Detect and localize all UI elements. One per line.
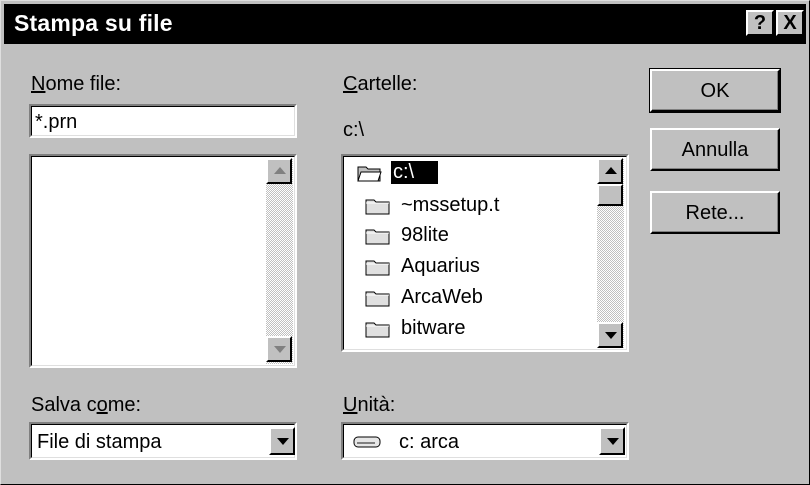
open-folder-icon [357, 166, 382, 182]
folder-item[interactable]: 98lite [365, 221, 595, 251]
dialog-title: Stampa su file [14, 10, 173, 36]
folder-list-scroll-up[interactable] [597, 158, 623, 184]
save-as-select[interactable]: File di stampa [29, 422, 297, 460]
save-as-value: File di stampa [37, 431, 162, 453]
filename-input[interactable]: *.prn [29, 104, 297, 138]
save-as-dropdown-button[interactable] [269, 427, 295, 455]
print-to-file-dialog: Stampa su file ? X Nome file: *.prn Cart… [0, 0, 810, 485]
folder-icon [365, 291, 390, 307]
folder-icon [365, 229, 390, 245]
folder-name: 98lite [401, 224, 449, 246]
scroll-up-icon [274, 167, 286, 174]
chevron-down-icon [277, 438, 289, 445]
filename-label: Nome file: [31, 73, 122, 95]
file-list-scrollbar[interactable] [266, 158, 293, 364]
folder-item[interactable]: Aquarius [365, 252, 595, 282]
folder-name: c:\ [391, 161, 439, 184]
filename-value: *.prn [35, 111, 78, 133]
folders-label: Cartelle: [343, 73, 418, 95]
drive-icon [353, 436, 381, 448]
title-bar[interactable]: Stampa su file ? X [4, 4, 806, 44]
ok-label: OK [700, 80, 730, 102]
folder-name: ~mssetup.t [401, 194, 500, 216]
file-list-scroll-down[interactable] [266, 336, 292, 362]
folder-item[interactable]: ~mssetup.t [365, 191, 595, 221]
folder-item[interactable]: bitware [365, 314, 595, 344]
drive-select[interactable]: c: arca [341, 422, 629, 460]
ok-button[interactable]: OK [649, 68, 781, 113]
file-list-scroll-up[interactable] [266, 158, 292, 184]
chevron-down-icon [607, 438, 619, 445]
folder-item-root[interactable]: c:\ [357, 158, 587, 188]
folder-name: Aquarius [401, 255, 480, 277]
current-path: c:\ [343, 119, 365, 141]
file-list[interactable] [29, 154, 297, 368]
scroll-down-icon [274, 346, 286, 353]
folder-name: ArcaWeb [401, 286, 483, 308]
network-label: Rete... [685, 202, 745, 224]
close-button[interactable]: X [776, 10, 804, 36]
folder-list-scrollbar[interactable] [597, 158, 624, 348]
network-button[interactable]: Rete... [650, 191, 780, 234]
folder-item[interactable]: ArcaWeb [365, 283, 595, 313]
drive-label: Unità: [343, 394, 396, 416]
folder-icon [365, 260, 390, 276]
drive-value: c: arca [399, 431, 460, 453]
folder-name: bitware [401, 317, 466, 339]
scroll-down-icon [605, 332, 617, 339]
save-as-label: Salva come: [31, 394, 142, 416]
folder-list[interactable]: c:\ ~mssetup.t 98lite Aquarius ArcaWeb b… [341, 154, 629, 352]
scroll-up-icon [605, 167, 617, 174]
filename-label-rest: ome file: [45, 73, 122, 95]
folder-list-scroll-thumb[interactable] [597, 184, 623, 206]
cancel-button[interactable]: Annulla [650, 128, 780, 171]
folder-list-scroll-down[interactable] [597, 322, 623, 348]
cancel-label: Annulla [681, 139, 749, 161]
help-button[interactable]: ? [746, 10, 774, 36]
folder-icon [365, 199, 390, 215]
folder-icon [365, 322, 390, 338]
drive-dropdown-button[interactable] [599, 427, 625, 455]
